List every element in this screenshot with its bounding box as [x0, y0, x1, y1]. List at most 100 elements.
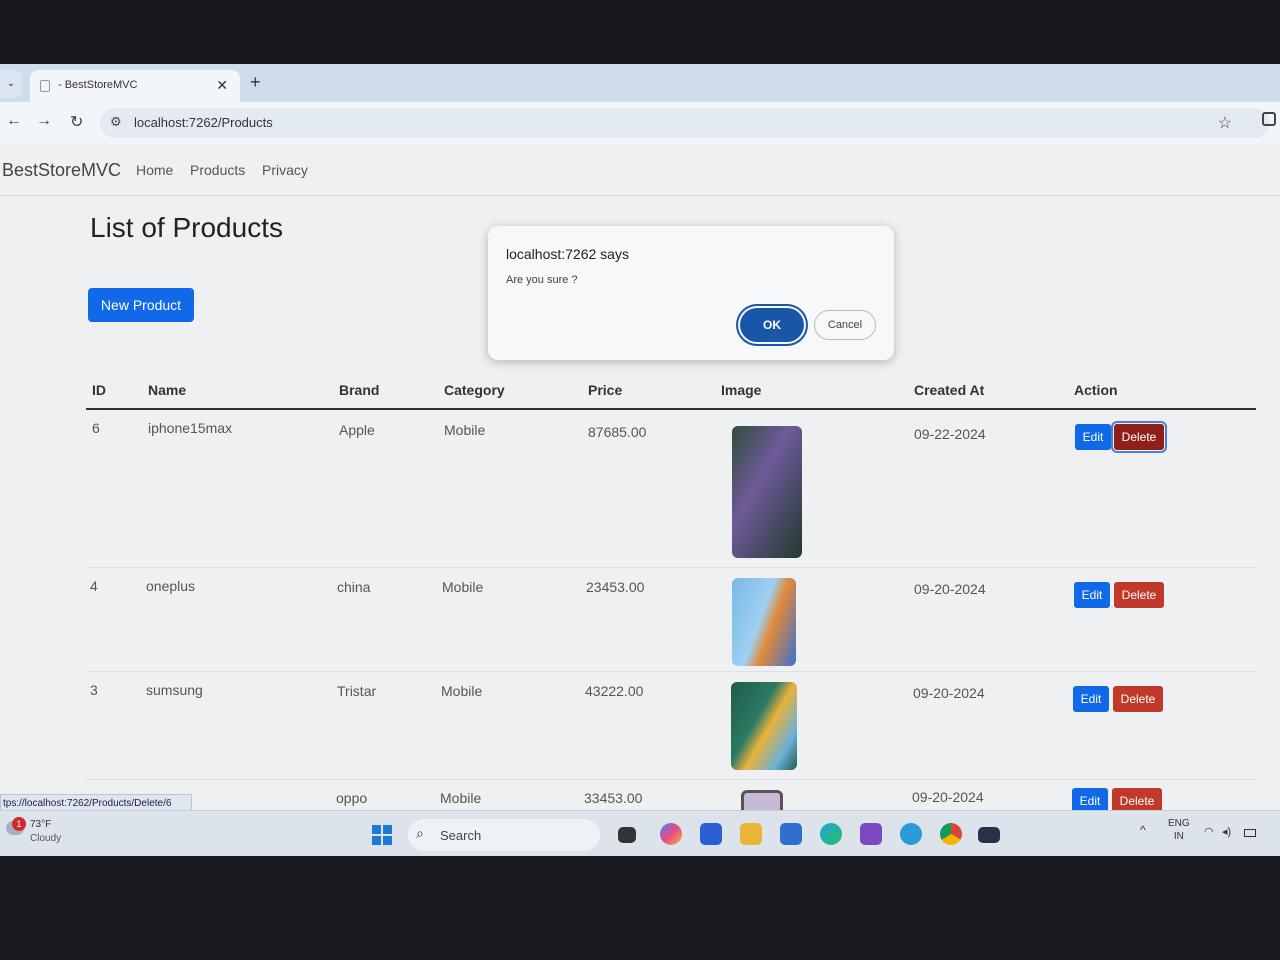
edit-button[interactable]: Edit [1073, 686, 1109, 712]
col-brand: Brand [339, 382, 380, 398]
language-indicator[interactable]: ENG IN [1168, 817, 1190, 843]
screen: ⌄ - BestStoreMVC ✕ + ← → ↻ ⚙ localhost:7… [0, 64, 1280, 858]
search-label: Search [440, 828, 482, 843]
file-explorer-icon[interactable] [740, 823, 762, 845]
lang-top: ENG [1168, 818, 1190, 829]
edit-button[interactable]: Edit [1075, 424, 1111, 450]
windows-start-icon[interactable] [372, 825, 392, 845]
edit-button[interactable]: Edit [1074, 582, 1110, 608]
table-row: 4 oneplus china Mobile 23453.00 09-20-20… [86, 568, 1256, 672]
page-favicon-icon [40, 80, 50, 92]
table-header: ID Name Brand Category Price Image Creat… [86, 370, 1256, 410]
cell-name: oneplus [146, 578, 196, 594]
cell-price: 43222.00 [585, 683, 644, 699]
dialog-message: Are you sure ? [506, 274, 578, 286]
edge-icon[interactable] [820, 823, 842, 845]
cell-created: 09-20-2024 [914, 581, 986, 597]
cell-name: iphone15max [148, 420, 233, 436]
col-action: Action [1074, 382, 1118, 398]
tab-title: - BestStoreMVC [58, 79, 138, 91]
site-navbar: BestStoreMVC Home Products Privacy [0, 144, 1280, 196]
cell-created: 09-20-2024 [912, 789, 984, 805]
delete-button[interactable]: Delete [1114, 582, 1164, 608]
cell-name: sumsung [146, 682, 203, 698]
delete-button[interactable]: Delete [1111, 421, 1167, 453]
product-image [732, 426, 802, 558]
task-view-icon[interactable] [618, 827, 636, 843]
site-info-icon[interactable]: ⚙ [110, 114, 122, 130]
search-icon: ⌕ [416, 825, 424, 841]
cell-brand: china [337, 579, 371, 595]
browser-tab[interactable]: - BestStoreMVC ✕ [30, 70, 240, 102]
table-row: 3 sumsung Tristar Mobile 43222.00 09-20-… [86, 672, 1256, 780]
cell-brand: oppo [336, 790, 368, 806]
mail-icon[interactable] [780, 823, 802, 845]
wifi-icon[interactable]: ◠ [1204, 825, 1214, 838]
cell-created: 09-20-2024 [913, 685, 985, 701]
product-image [731, 682, 797, 770]
terminal-icon[interactable] [978, 827, 1000, 843]
extensions-icon[interactable] [1262, 112, 1276, 126]
tray-chevron-up-icon[interactable]: ^ [1140, 823, 1146, 837]
app-icon[interactable] [700, 823, 722, 845]
weather-temp: 73°F [30, 819, 52, 830]
delete-button[interactable]: Delete [1113, 686, 1163, 712]
tab-strip: ⌄ - BestStoreMVC ✕ + [0, 64, 1280, 102]
table-row: 6 iphone15max Apple Mobile 87685.00 09-2… [86, 412, 1256, 568]
nav-privacy[interactable]: Privacy [262, 162, 308, 178]
notification-badge: 1 [12, 817, 26, 831]
new-product-button[interactable]: New Product [88, 288, 194, 322]
cell-category: Mobile [444, 422, 486, 438]
cell-created: 09-22-2024 [914, 426, 986, 442]
cell-brand: Apple [339, 422, 375, 438]
browser-toolbar: ← → ↻ ⚙ localhost:7262/Products ☆ [0, 102, 1280, 144]
cell-brand: Tristar [337, 683, 377, 699]
address-bar[interactable]: ⚙ localhost:7262/Products ☆ [100, 108, 1270, 138]
close-tab-icon[interactable]: ✕ [216, 77, 228, 94]
chrome-icon[interactable] [940, 823, 962, 845]
site-brand[interactable]: BestStoreMVC [2, 160, 121, 181]
taskbar: 1 73°F Cloudy ⌕ Search ^ ENG IN ◠ ◂) [0, 810, 1280, 858]
cell-price: 87685.00 [588, 424, 647, 440]
new-tab-button[interactable]: + [250, 72, 261, 93]
back-icon[interactable]: ← [6, 112, 22, 130]
col-created: Created At [914, 382, 985, 398]
col-category: Category [444, 382, 505, 398]
col-id: ID [92, 382, 106, 398]
cell-id: 3 [90, 682, 98, 698]
copilot-icon[interactable] [660, 823, 682, 845]
address-url[interactable]: localhost:7262/Products [134, 115, 273, 130]
visual-studio-icon[interactable] [860, 823, 882, 845]
cell-category: Mobile [441, 683, 483, 699]
cell-id: 4 [90, 578, 98, 594]
volume-icon[interactable]: ◂) [1222, 825, 1231, 838]
page-content: BestStoreMVC Home Products Privacy List … [0, 144, 1280, 820]
monitor-bezel-top [0, 0, 1280, 66]
tab-search-button[interactable]: ⌄ [0, 70, 22, 98]
monitor-bezel-bottom [0, 856, 1280, 960]
battery-icon[interactable] [1244, 829, 1256, 837]
col-name: Name [148, 382, 187, 398]
cell-category: Mobile [440, 790, 482, 806]
weather-condition: Cloudy [30, 833, 62, 844]
lang-bottom: IN [1173, 831, 1184, 842]
taskbar-search[interactable]: ⌕ Search [408, 819, 600, 851]
dialog-title: localhost:7262 says [506, 246, 629, 262]
reload-icon[interactable]: ↻ [70, 112, 83, 132]
cell-price: 23453.00 [586, 579, 645, 595]
nav-home[interactable]: Home [136, 162, 173, 178]
telegram-icon[interactable] [900, 823, 922, 845]
ok-button[interactable]: OK [740, 308, 804, 342]
bookmark-star-icon[interactable]: ☆ [1218, 113, 1232, 133]
col-price: Price [588, 382, 623, 398]
cancel-button[interactable]: Cancel [814, 310, 876, 340]
nav-products[interactable]: Products [190, 162, 245, 178]
product-image [732, 578, 796, 666]
confirm-dialog: localhost:7262 says Are you sure ? OK Ca… [488, 226, 894, 360]
cell-category: Mobile [442, 579, 484, 595]
forward-icon[interactable]: → [36, 112, 52, 130]
cell-id: 6 [92, 420, 100, 436]
col-image: Image [721, 382, 762, 398]
cell-price: 33453.00 [584, 790, 643, 806]
page-title: List of Products [90, 212, 283, 243]
